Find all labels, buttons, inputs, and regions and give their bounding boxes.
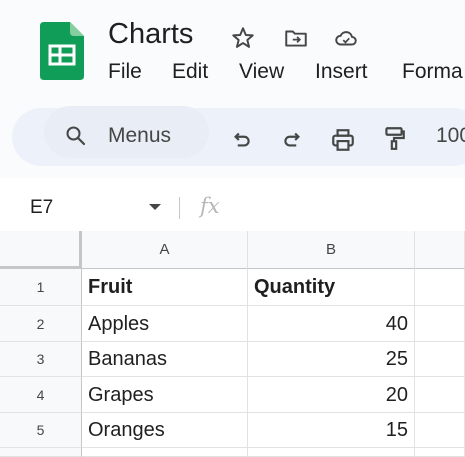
row-header-6[interactable] xyxy=(0,448,82,457)
document-title[interactable]: Charts xyxy=(108,18,193,51)
name-box[interactable]: E7 xyxy=(30,197,53,219)
print-icon[interactable] xyxy=(330,127,356,153)
row-header-5[interactable]: 5 xyxy=(0,413,82,448)
chevron-down-icon[interactable] xyxy=(148,202,162,212)
cloud-saved-icon[interactable] xyxy=(333,25,359,51)
zoom-select[interactable]: 100 xyxy=(436,124,465,148)
menus-search-label: Menus xyxy=(108,124,172,147)
row-header-2[interactable]: 2 xyxy=(0,306,82,342)
cell-b2[interactable]: 40 xyxy=(248,306,415,342)
cell-c5[interactable] xyxy=(415,413,465,448)
select-all-corner[interactable] xyxy=(0,231,82,269)
column-header-a[interactable]: A xyxy=(82,231,248,269)
cell-a6[interactable] xyxy=(82,448,248,457)
menu-insert[interactable]: Insert xyxy=(315,60,368,84)
cell-c1[interactable] xyxy=(415,269,465,306)
row-header-3[interactable]: 3 xyxy=(0,342,82,377)
menu-file[interactable]: File xyxy=(108,60,142,84)
search-icon xyxy=(66,126,86,146)
divider xyxy=(179,197,180,219)
star-icon[interactable] xyxy=(230,25,256,51)
column-header-b[interactable]: B xyxy=(248,231,415,269)
undo-icon[interactable] xyxy=(228,127,254,153)
menu-view[interactable]: View xyxy=(239,60,284,84)
cell-a1[interactable]: Fruit xyxy=(82,269,248,306)
menu-edit[interactable]: Edit xyxy=(172,60,208,84)
cell-a3[interactable]: Bananas xyxy=(82,342,248,377)
cell-c6[interactable] xyxy=(415,448,465,457)
sheets-logo-icon[interactable] xyxy=(40,22,84,80)
cell-a5[interactable]: Oranges xyxy=(82,413,248,448)
cell-a2[interactable]: Apples xyxy=(82,306,248,342)
cell-b5[interactable]: 15 xyxy=(248,413,415,448)
move-to-folder-icon[interactable] xyxy=(283,25,309,51)
cell-c4[interactable] xyxy=(415,377,465,413)
fx-icon: fx xyxy=(200,194,220,218)
paint-format-icon[interactable] xyxy=(381,125,407,151)
cell-b3[interactable]: 25 xyxy=(248,342,415,377)
column-header-c[interactable] xyxy=(415,231,465,269)
cell-c3[interactable] xyxy=(415,342,465,377)
cell-b1[interactable]: Quantity xyxy=(248,269,415,306)
cell-b6[interactable] xyxy=(248,448,415,457)
cell-b4[interactable]: 20 xyxy=(248,377,415,413)
cell-a4[interactable]: Grapes xyxy=(82,377,248,413)
redo-icon[interactable] xyxy=(280,127,306,153)
row-header-4[interactable]: 4 xyxy=(0,377,82,413)
cell-c2[interactable] xyxy=(415,306,465,342)
row-header-1[interactable]: 1 xyxy=(0,269,82,306)
menu-format[interactable]: Forma xyxy=(402,60,463,84)
formula-bar xyxy=(0,185,465,232)
